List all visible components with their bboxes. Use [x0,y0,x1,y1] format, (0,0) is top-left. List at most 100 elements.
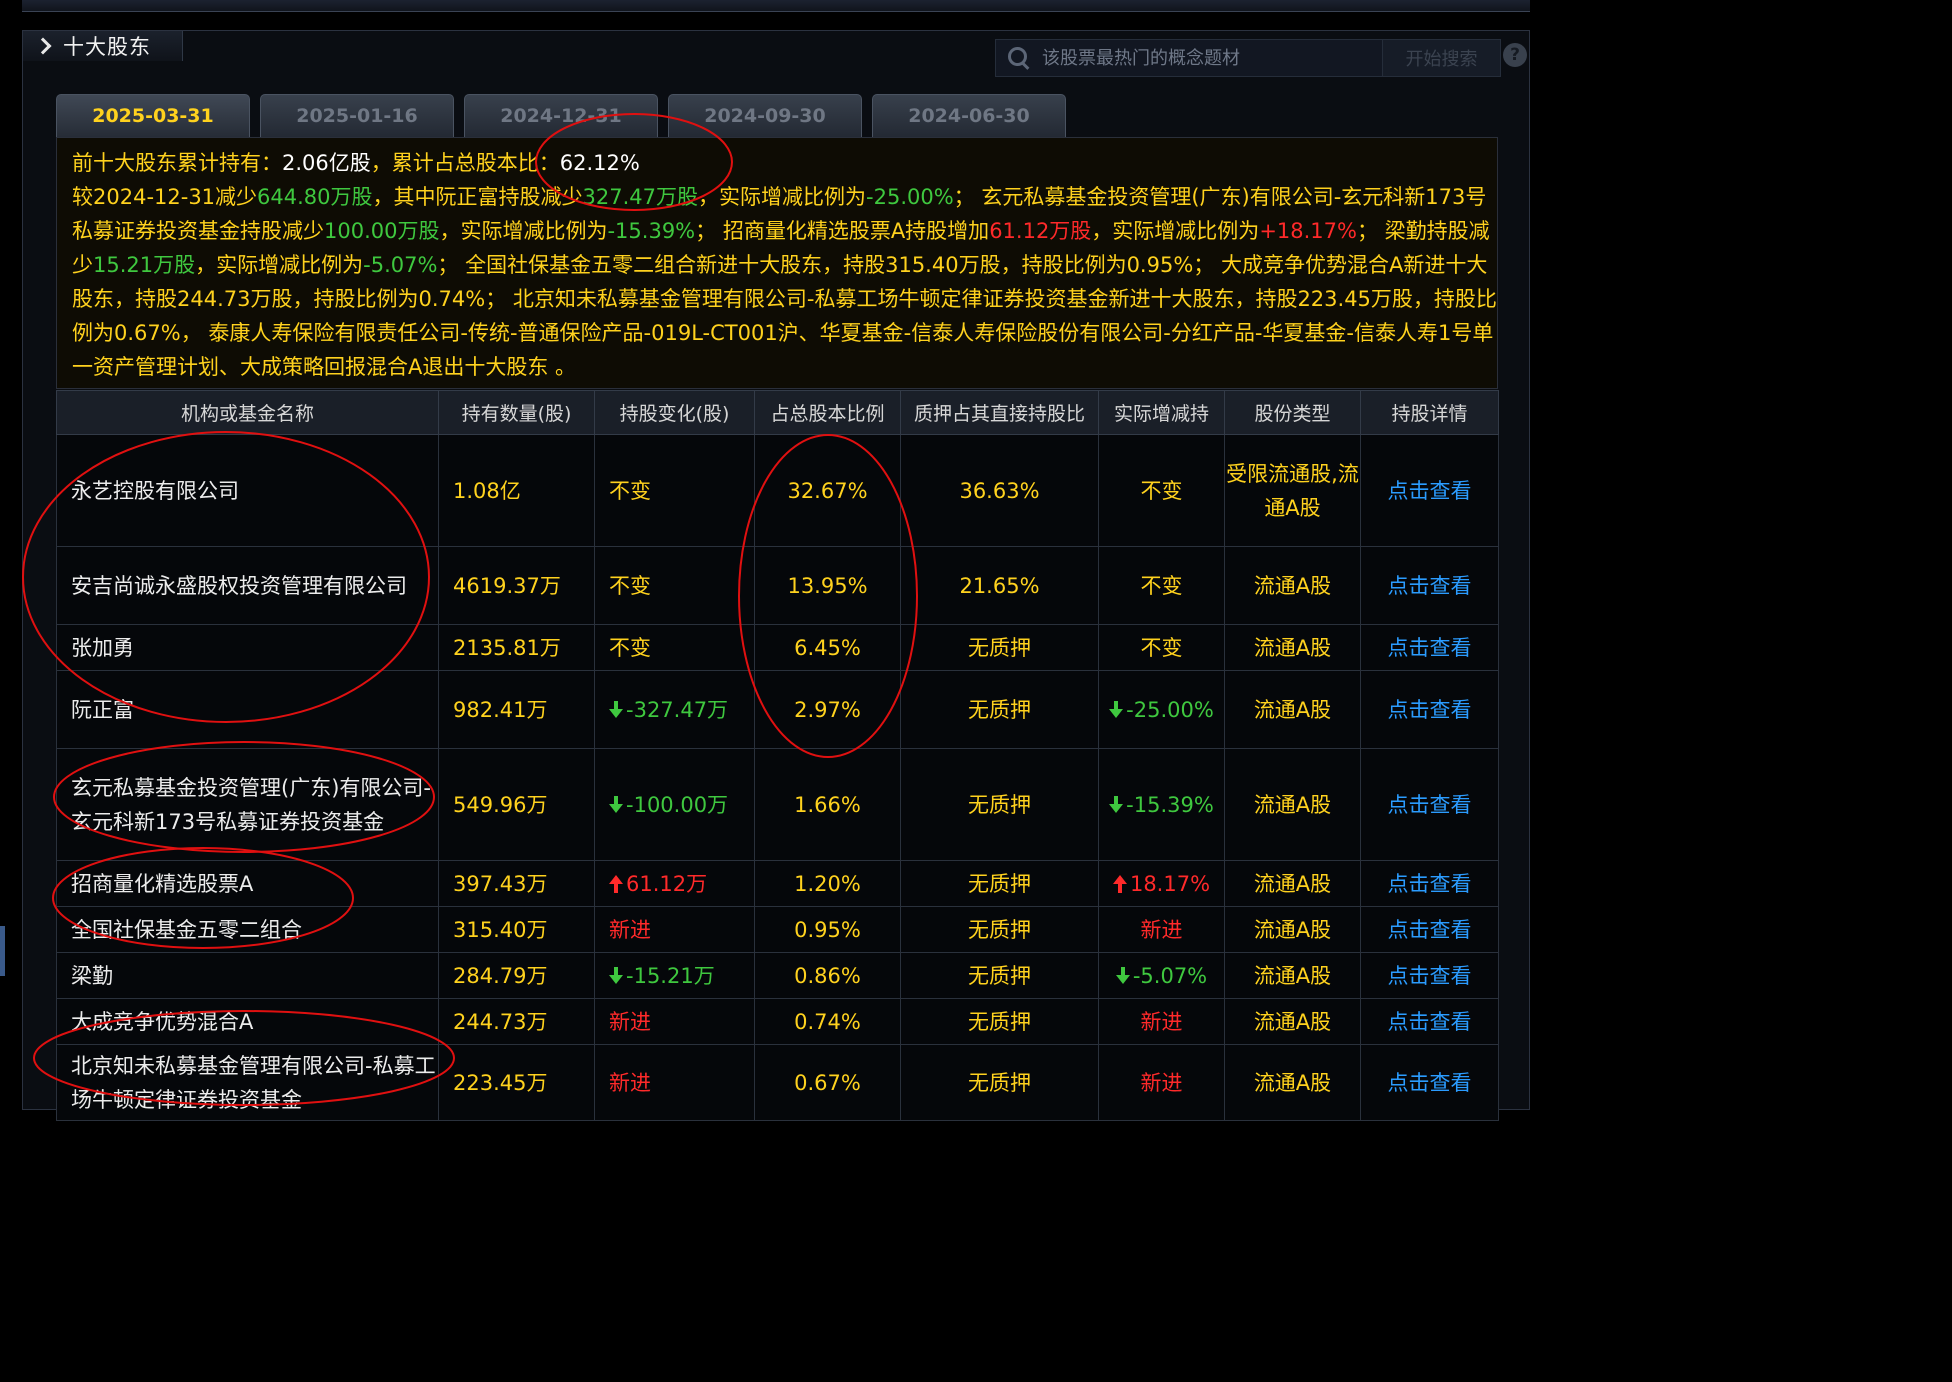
report-date-tabs: 2025-03-31 2025-01-16 2024-12-31 2024-09… [56,94,1066,137]
section-title: 十大股东 [63,35,151,59]
holding-change: -100.00万 [594,748,755,861]
arrow-down-icon [1109,700,1124,719]
arrow-down-icon [609,700,623,719]
view-detail-link[interactable]: 点击查看 [1360,546,1499,625]
holder-name: 张加勇 [56,624,439,671]
share-type: 流通A股 [1224,1044,1361,1121]
table-row: 梁勤 284.79万 -15.21万 0.86% 无质押 -5.07% 流通A股 点击查看 [56,952,1499,999]
holder-name: 北京知未私募基金管理有限公司-私募工场牛顿定律证券投资基金 [56,1044,439,1121]
col-header-qty[interactable]: 持有数量(股) [438,390,595,435]
table-row: 全国社保基金五零二组合 315.40万 新进 0.95% 无质押 新进 流通A股 点击查看 [56,906,1499,953]
share-ratio: 0.95% [754,906,901,953]
pledge-ratio: 无质押 [900,1044,1099,1121]
share-ratio: 6.45% [754,624,901,671]
holding-qty: 315.40万 [438,906,595,953]
table-row: 招商量化精选股票A 397.43万 61.12万 1.20% 无质押 18.17% 流通A股… [56,860,1499,907]
help-icon[interactable]: ? [1503,43,1527,67]
actual-change: 不变 [1098,546,1225,625]
tab-2024-06-30[interactable]: 2024-06-30 [872,94,1066,137]
col-header-ratio[interactable]: 占总股本比例 [754,390,901,435]
share-type: 流通A股 [1224,860,1361,907]
col-header-type[interactable]: 股份类型 [1224,390,1361,435]
search-icon [1006,45,1032,71]
arrow-down-icon [609,795,623,814]
top-shareholders-panel: 十大股东 开始搜索 ? 2025-03-31 2025-01-16 2024-1… [22,30,1530,1121]
col-header-detail[interactable]: 持股详情 [1360,390,1499,435]
share-ratio: 13.95% [754,546,901,625]
holding-change: 新进 [594,998,755,1045]
col-header-actual[interactable]: 实际增减持 [1098,390,1225,435]
side-scroll-handle[interactable] [0,926,5,976]
actual-change: 不变 [1098,434,1225,547]
share-ratio: 1.20% [754,860,901,907]
holder-name: 招商量化精选股票A [56,860,439,907]
arrow-up-icon [1112,874,1127,893]
pledge-ratio: 无质押 [900,998,1099,1045]
actual-change: 新进 [1098,1044,1225,1121]
holder-name: 梁勤 [56,952,439,999]
share-ratio: 2.97% [754,670,901,749]
search-button[interactable]: 开始搜索 [1382,40,1500,76]
share-type: 流通A股 [1224,952,1361,999]
table-row: 北京知未私募基金管理有限公司-私募工场牛顿定律证券投资基金 223.45万 新进 0.… [56,1044,1499,1121]
table-row: 安吉尚诚永盛股权投资管理有限公司 4619.37万 不变 13.95% 21.65% 不变… [56,546,1499,625]
pledge-ratio: 无质押 [900,906,1099,953]
holder-name: 大成竞争优势混合A [56,998,439,1045]
share-type: 流通A股 [1224,624,1361,671]
summary-change-text: 较2024-12-31减少644.80万股，其中阮正富持股减少327.47万股，… [72,185,1497,379]
pledge-ratio: 36.63% [900,434,1099,547]
view-detail-link[interactable]: 点击查看 [1360,998,1499,1045]
holding-change: -327.47万 [594,670,755,749]
concept-search: 开始搜索 [995,39,1501,77]
share-ratio: 0.67% [754,1044,901,1121]
holding-change: 61.12万 [594,860,755,907]
tab-2024-09-30[interactable]: 2024-09-30 [668,94,862,137]
col-header-pledge[interactable]: 质押占其直接持股比 [900,390,1099,435]
col-header-change[interactable]: 持股变化(股) [594,390,755,435]
table-row: 永艺控股有限公司 1.08亿 不变 32.67% 36.63% 不变 受限流通股,流通A股点… [56,434,1499,547]
holding-change: 新进 [594,1044,755,1121]
view-detail-link[interactable]: 点击查看 [1360,434,1499,547]
holding-qty: 244.73万 [438,998,595,1045]
view-detail-link[interactable]: 点击查看 [1360,860,1499,907]
table-row: 大成竞争优势混合A 244.73万 新进 0.74% 无质押 新进 流通A股 点击查看 [56,998,1499,1045]
holding-change: 不变 [594,434,755,547]
holder-name: 阮正富 [56,670,439,749]
actual-change: -15.39% [1098,748,1225,861]
tab-2025-01-16[interactable]: 2025-01-16 [260,94,454,137]
actual-change: -5.07% [1098,952,1225,999]
arrow-down-icon [609,966,623,985]
col-header-name[interactable]: 机构或基金名称 [56,390,439,435]
arrow-down-icon [1115,966,1130,985]
holder-name: 全国社保基金五零二组合 [56,906,439,953]
view-detail-link[interactable]: 点击查看 [1360,1044,1499,1121]
pledge-ratio: 无质押 [900,624,1099,671]
view-detail-link[interactable]: 点击查看 [1360,670,1499,749]
share-ratio: 0.74% [754,998,901,1045]
view-detail-link[interactable]: 点击查看 [1360,748,1499,861]
actual-change: 18.17% [1098,860,1225,907]
arrow-up-icon [609,874,623,893]
view-detail-link[interactable]: 点击查看 [1360,624,1499,671]
holding-qty: 549.96万 [438,748,595,861]
share-type: 流通A股 [1224,546,1361,625]
holding-qty: 397.43万 [438,860,595,907]
share-type: 流通A股 [1224,670,1361,749]
holder-name: 玄元私募基金投资管理(广东)有限公司-玄元科新173号私募证券投资基金 [56,748,439,861]
pledge-ratio: 无质押 [900,670,1099,749]
table-header-row: 机构或基金名称 持有数量(股) 持股变化(股) 占总股本比例 质押占其直接持股比… [56,390,1499,435]
tab-2024-12-31[interactable]: 2024-12-31 [464,94,658,137]
holding-change: 不变 [594,624,755,671]
shareholders-table: 机构或基金名称 持有数量(股) 持股变化(股) 占总股本比例 质押占其直接持股比… [56,390,1499,1121]
share-ratio: 32.67% [754,434,901,547]
view-detail-link[interactable]: 点击查看 [1360,952,1499,999]
holding-qty: 1.08亿 [438,434,595,547]
search-input[interactable] [1042,47,1372,69]
share-type: 受限流通股,流通A股 [1224,434,1361,547]
view-detail-link[interactable]: 点击查看 [1360,906,1499,953]
holding-qty: 223.45万 [438,1044,595,1121]
holding-change: 不变 [594,546,755,625]
arrow-down-icon [1109,795,1124,814]
tab-2025-03-31[interactable]: 2025-03-31 [56,94,250,137]
holder-name: 安吉尚诚永盛股权投资管理有限公司 [56,546,439,625]
